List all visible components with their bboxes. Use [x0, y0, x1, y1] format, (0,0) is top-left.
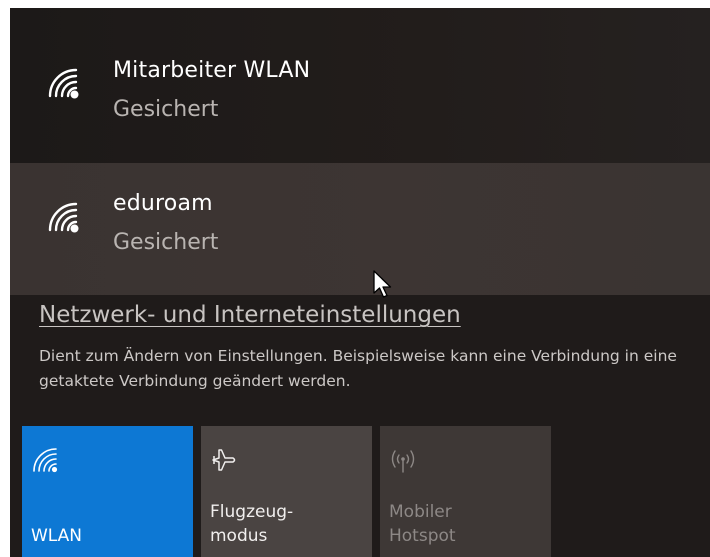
network-flyout: Mitarbeiter WLAN Gesichert eduroam Gesic…	[10, 8, 710, 557]
network-item-mitarbeiter-wlan[interactable]: Mitarbeiter WLAN Gesichert	[10, 8, 710, 163]
mobile-hotspot-button[interactable]: Mobiler Hotspot	[380, 426, 551, 557]
airplane-mode-button[interactable]: Flugzeug- modus	[201, 426, 372, 557]
airplane-mode-label: Flugzeug- modus	[210, 500, 293, 548]
network-ssid: eduroam	[113, 191, 213, 216]
network-ssid: Mitarbeiter WLAN	[113, 58, 311, 83]
network-item-eduroam[interactable]: eduroam Gesichert	[10, 163, 710, 295]
network-settings-link[interactable]: Netzwerk- und Interneteinstellungen	[39, 302, 461, 328]
mouse-cursor-icon	[373, 270, 392, 298]
wlan-toggle-button[interactable]: WLAN	[22, 426, 193, 557]
network-status: Gesichert	[113, 97, 219, 122]
airplane-label-line1: Flugzeug-	[210, 502, 294, 522]
wifi-icon	[33, 448, 58, 473]
hotspot-label-line2: Hotspot	[389, 526, 456, 546]
wifi-secured-icon	[48, 68, 79, 99]
airplane-label-line2: modus	[210, 526, 268, 546]
network-settings-description: Dient zum Ändern von Einstellungen. Beis…	[39, 347, 677, 390]
network-status: Gesichert	[113, 230, 219, 255]
wifi-secured-icon	[48, 202, 79, 233]
mobile-hotspot-label: Mobiler Hotspot	[389, 500, 456, 548]
wlan-label: WLAN	[31, 526, 83, 546]
hotspot-icon	[391, 450, 415, 473]
hotspot-label-line1: Mobiler	[389, 502, 452, 522]
airplane-icon	[212, 449, 236, 471]
